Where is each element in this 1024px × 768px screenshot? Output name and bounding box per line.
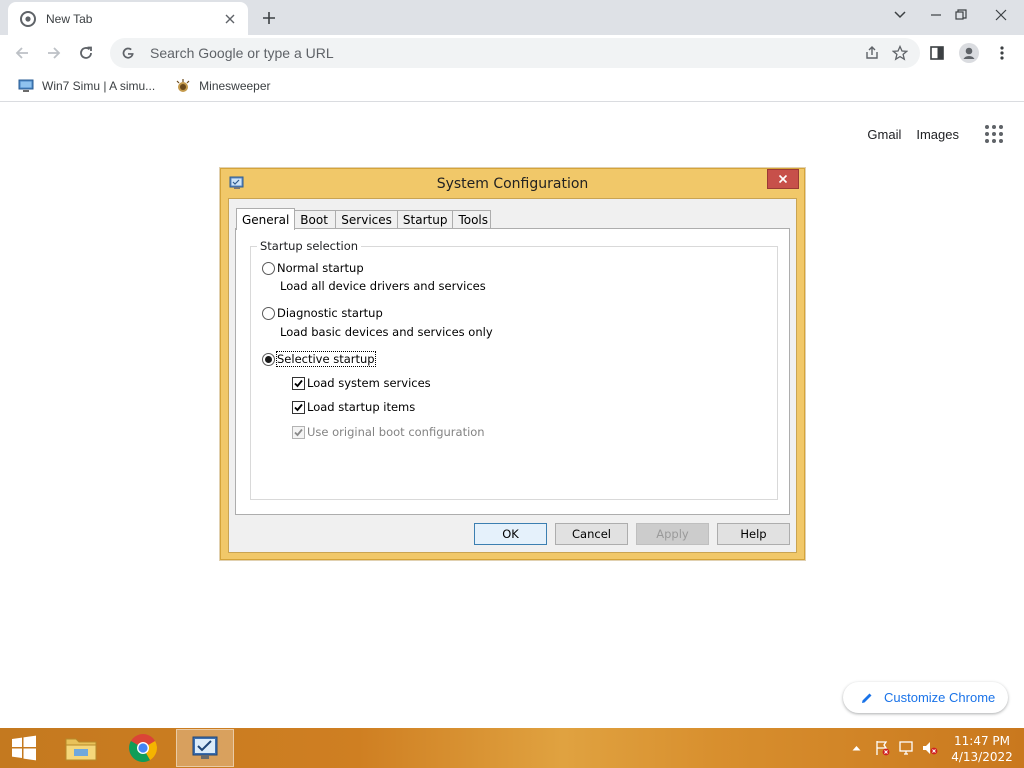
mine-icon (175, 78, 191, 94)
bookmark-minesweeper[interactable]: Minesweeper (169, 74, 276, 98)
check-services[interactable] (292, 376, 305, 390)
dialog-body: General Boot Services Startup Tools Star… (228, 198, 797, 553)
normal-startup-label: Normal startup (277, 261, 364, 275)
system-configuration-dialog: System Configuration General Boot Servic… (220, 168, 805, 560)
windows-logo-icon (12, 735, 36, 761)
forward-button[interactable] (40, 39, 68, 67)
cancel-button[interactable]: Cancel (555, 523, 628, 545)
help-button[interactable]: Help (717, 523, 790, 545)
clock-date: 4/13/2022 (951, 750, 1013, 764)
file-explorer-icon (65, 738, 97, 761)
load-system-services-label: Load system services (307, 376, 431, 390)
omnibox-input[interactable] (150, 45, 858, 61)
ntp-top-links: Gmail Images (867, 122, 1006, 146)
general-tab-panel: Startup selection Normal startup Load al… (235, 228, 790, 515)
tab-services[interactable]: Services (336, 210, 398, 229)
browser-toolbar (0, 35, 1024, 70)
images-link[interactable]: Images (916, 127, 959, 142)
bookmark-label: Minesweeper (199, 78, 271, 93)
normal-startup-description: Load all device drivers and services (280, 279, 486, 293)
computer-icon (18, 78, 34, 94)
tab-boot[interactable]: Boot (295, 210, 337, 229)
show-hidden-icons-button[interactable] (848, 728, 864, 768)
bookmark-win7-simu[interactable]: Win7 Simu | A simu... (12, 74, 161, 98)
diagnostic-startup-radio[interactable]: Diagnostic startup (262, 306, 383, 320)
chrome-favicon-icon (20, 10, 36, 27)
radio-normal[interactable] (262, 261, 275, 275)
dialog-titlebar[interactable]: System Configuration (221, 169, 804, 199)
startup-selection-group: Startup selection Normal startup Load al… (250, 239, 778, 500)
selective-startup-label: Selective startup (276, 351, 376, 367)
action-center-icon[interactable] (872, 728, 892, 768)
chrome-icon (129, 734, 157, 762)
customize-chrome-button[interactable]: Customize Chrome (843, 682, 1008, 713)
radio-diagnostic[interactable] (262, 306, 275, 320)
tab-startup[interactable]: Startup (397, 210, 454, 229)
taskbar-file-explorer[interactable] (52, 729, 110, 767)
share-icon[interactable] (858, 39, 886, 67)
tab-tools[interactable]: Tools (453, 210, 492, 229)
reload-button[interactable] (72, 39, 100, 67)
google-g-icon (120, 45, 136, 61)
system-configuration-icon (192, 736, 218, 759)
load-startup-items-label: Load startup items (307, 400, 416, 414)
use-original-boot-config-label: Use original boot configuration (307, 425, 485, 439)
diagnostic-startup-description: Load basic devices and services only (280, 325, 493, 339)
customize-label: Customize Chrome (884, 690, 996, 705)
group-label: Startup selection (257, 239, 362, 253)
apply-button: Apply (636, 523, 709, 545)
tab-close-icon[interactable] (222, 11, 238, 27)
google-apps-icon[interactable] (982, 122, 1006, 146)
new-tab-button[interactable] (258, 7, 280, 29)
tab-search-icon[interactable] (884, 0, 916, 30)
omnibox[interactable] (110, 38, 920, 68)
normal-startup-radio[interactable]: Normal startup (262, 261, 364, 275)
side-panel-icon[interactable] (923, 39, 951, 67)
bookmark-star-icon[interactable] (886, 39, 914, 67)
dialog-tabs: General Boot Services Startup Tools (236, 207, 492, 230)
chrome-menu-icon[interactable] (988, 39, 1016, 67)
dialog-close-button[interactable] (767, 169, 799, 189)
bookmark-label: Win7 Simu | A simu... (42, 78, 156, 93)
network-icon[interactable] (896, 728, 916, 768)
bookmarks-bar: Win7 Simu | A simu... Minesweeper (0, 70, 1024, 102)
taskbar-chrome[interactable] (114, 729, 172, 767)
taskbar-clock[interactable]: 11:47 PM 4/13/2022 (948, 733, 1016, 765)
load-system-services-checkbox[interactable]: Load system services (292, 376, 431, 390)
dialog-title: System Configuration (436, 176, 589, 192)
gmail-link[interactable]: Gmail (867, 127, 901, 142)
tab-title: New Tab (46, 11, 93, 26)
restore-button[interactable] (945, 0, 977, 30)
back-button[interactable] (8, 39, 36, 67)
radio-selective[interactable] (262, 352, 275, 366)
pencil-icon (859, 690, 875, 706)
start-button[interactable] (0, 728, 48, 768)
clock-time: 11:47 PM (954, 734, 1010, 748)
windows-taskbar: 11:47 PM 4/13/2022 (0, 728, 1024, 768)
ok-button[interactable]: OK (474, 523, 547, 545)
check-boot-config (292, 425, 305, 439)
diagnostic-startup-label: Diagnostic startup (277, 306, 383, 320)
profile-avatar-icon[interactable] (955, 39, 983, 67)
load-startup-items-checkbox[interactable]: Load startup items (292, 400, 415, 414)
tab-general[interactable]: General (236, 208, 296, 230)
browser-tab-new-tab[interactable]: New Tab (8, 2, 248, 35)
use-original-boot-config-checkbox: Use original boot configuration (292, 425, 485, 439)
volume-muted-icon[interactable] (920, 728, 940, 768)
tab-strip: New Tab (0, 0, 1024, 35)
close-window-button[interactable] (985, 0, 1017, 30)
selective-startup-radio[interactable]: Selective startup (262, 351, 376, 367)
taskbar-system-configuration[interactable] (176, 729, 234, 767)
check-startup-items[interactable] (292, 400, 305, 414)
